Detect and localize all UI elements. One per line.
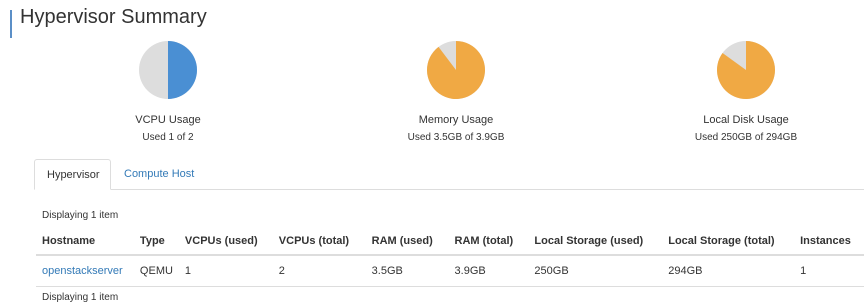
column-header[interactable]: Local Storage (total) [662,228,795,256]
column-header[interactable]: VCPUs (total) [272,228,366,256]
table-row: openstackserver QEMU 1 2 3.5GB 3.9GB 250… [36,255,864,287]
memory-usage-pie [426,41,485,99]
column-header[interactable]: VCPUs (used) [178,228,273,256]
pie-used-slice [168,41,197,99]
table-cell: 1 [178,255,273,287]
column-header[interactable]: Local Storage (used) [528,228,663,256]
column-header[interactable]: RAM (used) [365,228,449,256]
table-cell: 3.9GB [448,255,529,287]
vcpu-usage-detail: Used 1 of 2 [142,132,194,143]
disk-usage-detail: Used 250GB of 294GB [694,132,798,143]
disk-usage-card: Local Disk Usage Used 250GB of 294GB [646,40,846,143]
hostname-link[interactable]: openstackserver [36,255,134,287]
table-cell: QEMU [133,255,179,287]
column-header[interactable]: RAM (total) [448,228,529,256]
table-cell: 3.5GB [365,255,449,287]
page-title: Hypervisor Summary [20,6,207,28]
item-count-top: Displaying 1 item [42,210,119,221]
column-header[interactable]: Type [133,228,179,256]
table-cell: 250GB [528,255,663,287]
memory-usage-card: Memory Usage Used 3.5GB of 3.9GB [356,40,556,143]
vcpu-usage-label: VCPU Usage [135,114,201,126]
disk-usage-label: Local Disk Usage [703,114,789,126]
table-cell: 294GB [662,255,795,287]
disk-usage-pie [716,41,775,99]
table-cell: 1 [794,255,864,287]
tab-compute-host[interactable]: Compute Host [112,159,206,189]
tab-bar: Hypervisor Compute Host [34,159,864,190]
memory-usage-label: Memory Usage [418,114,494,126]
item-count-bottom: Displaying 1 item [42,292,119,303]
vcpu-usage-card: VCPU Usage Used 1 of 2 [68,40,268,143]
vcpu-usage-pie [139,41,197,99]
table-header-row: Hostname Type VCPUs (used) VCPUs (total)… [36,228,864,256]
title-accent-bar [10,10,12,38]
hypervisor-table: Hostname Type VCPUs (used) VCPUs (total)… [36,228,864,287]
table-cell: 2 [272,255,366,287]
column-header[interactable]: Instances [794,228,864,256]
tab-hypervisor[interactable]: Hypervisor [34,159,111,190]
memory-usage-detail: Used 3.5GB of 3.9GB [407,132,505,143]
column-header[interactable]: Hostname [36,228,134,256]
